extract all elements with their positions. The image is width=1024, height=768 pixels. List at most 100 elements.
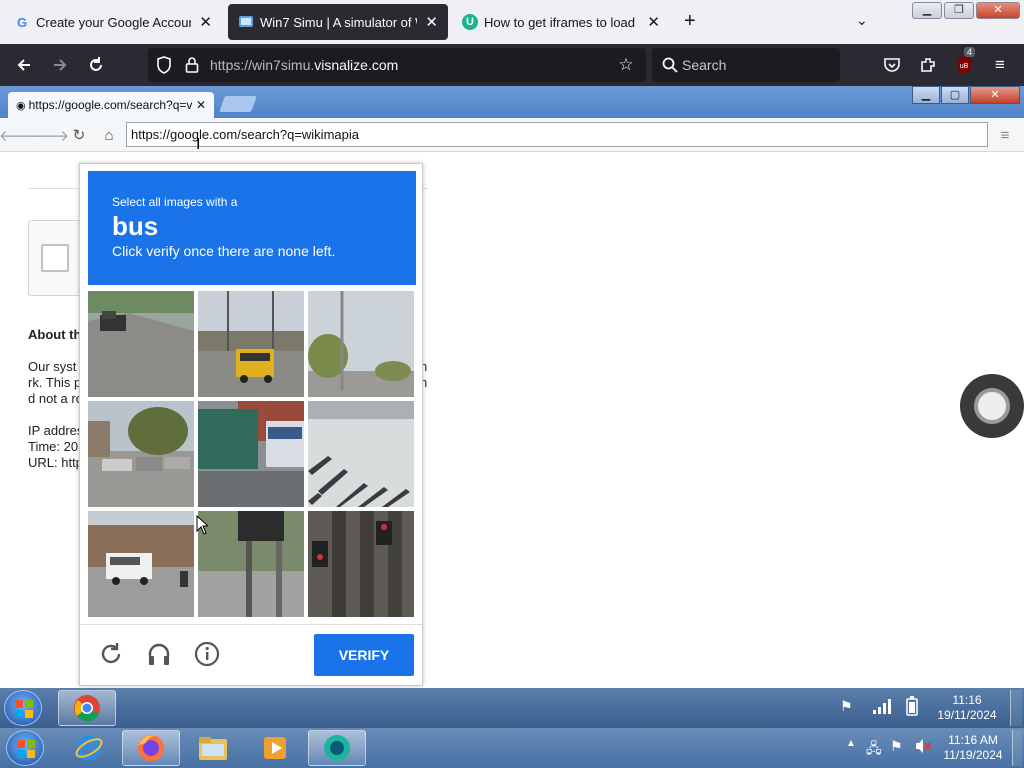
captcha-tile[interactable] — [198, 401, 304, 507]
taskbar-firefox[interactable] — [122, 730, 180, 766]
body-line: rk. This p — [28, 375, 82, 390]
bookmark-star-icon[interactable]: ☆ — [614, 53, 638, 77]
captcha-tile[interactable] — [308, 291, 414, 397]
inner-tab-bar: ◉ https://google.com/search?q=v ✕ ▁ ▢ ✕ — [0, 86, 1024, 118]
clock[interactable]: 11:16 19/11/2024 — [928, 693, 1006, 723]
taskbar-chrome[interactable] — [58, 690, 116, 726]
folder-icon — [199, 737, 227, 760]
firefox-icon — [138, 735, 164, 761]
headphones-icon[interactable] — [144, 639, 174, 669]
inner-window-controls: ▁ ▢ ✕ — [912, 86, 1020, 104]
clock[interactable]: 11:16 AM 11/19/2024 — [936, 733, 1010, 763]
captcha-image-grid — [88, 291, 414, 617]
show-desktop-button[interactable] — [1012, 730, 1022, 766]
reload-icon[interactable]: ↻ — [70, 126, 88, 144]
taskbar-internet-explorer[interactable] — [60, 730, 118, 766]
search-placeholder: Search — [682, 57, 727, 73]
ip-address-line: IP addres — [28, 423, 84, 438]
tab-google-account[interactable]: G Create your Google Account ✕ — [4, 4, 222, 40]
new-tab-button[interactable]: + — [684, 10, 696, 33]
captcha-instruction: Click verify once there are none left. — [112, 243, 336, 259]
back-icon[interactable]: 🡐 — [0, 126, 39, 145]
captcha-tile[interactable] — [88, 511, 194, 617]
media-player-icon — [264, 737, 286, 759]
outer-taskbar: ▲ 🖧 ⚑ 11:16 AM 11/19/2024 — [0, 728, 1024, 768]
close-tab-icon[interactable]: ✕ — [199, 13, 212, 31]
tab-iframes[interactable]: U How to get iframes to load any ✕ — [452, 4, 670, 40]
clock-date: 11/19/2024 — [943, 748, 1003, 762]
battery-icon[interactable] — [906, 696, 918, 719]
close-window-button[interactable]: ✕ — [970, 86, 1020, 104]
assistive-touch-button[interactable] — [960, 374, 1024, 438]
captcha-tile[interactable] — [308, 511, 414, 617]
inner-new-tab-button[interactable] — [219, 96, 257, 112]
url-line: URL: http — [28, 455, 83, 470]
captcha-tile[interactable] — [88, 291, 194, 397]
pocket-icon[interactable] — [880, 53, 904, 77]
flag-icon[interactable]: ⚑ — [890, 738, 903, 755]
inner-tab[interactable]: ◉ https://google.com/search?q=v ✕ — [8, 92, 214, 118]
minimize-button[interactable]: ▁ — [912, 86, 940, 104]
minimize-button[interactable]: ▁ — [912, 2, 942, 19]
search-box[interactable]: Search — [652, 48, 840, 82]
window-controls: ▁ ❐ ✕ — [912, 2, 1020, 19]
menu-icon[interactable]: ≡ — [996, 126, 1014, 144]
app-icon — [324, 735, 350, 761]
win7simu-icon — [238, 14, 254, 30]
captcha-tile[interactable] — [88, 401, 194, 507]
signal-icon[interactable] — [872, 698, 892, 717]
start-button[interactable] — [4, 690, 42, 726]
recaptcha-checkbox[interactable] — [41, 244, 69, 272]
url-domain: visnalize.com — [314, 57, 399, 73]
captcha-header: Select all images with a bus Click verif… — [88, 171, 416, 285]
inner-tab-title: https://google.com/search?q=v — [28, 98, 193, 112]
tab-win7simu[interactable]: Win7 Simu | A simulator of Win ✕ — [228, 4, 448, 40]
time-line: Time: 20 — [28, 439, 79, 454]
refresh-icon[interactable] — [96, 639, 126, 669]
back-icon[interactable] — [12, 53, 36, 77]
maximize-button[interactable]: ▢ — [941, 86, 969, 104]
forward-icon[interactable]: 🡒 — [29, 126, 69, 145]
start-button[interactable] — [6, 730, 44, 766]
show-hidden-icons[interactable]: ▲ — [846, 738, 856, 749]
url-bar[interactable]: https://win7simu.visnalize.com ☆ — [148, 48, 646, 82]
forward-icon[interactable] — [48, 53, 72, 77]
reload-icon[interactable] — [84, 53, 108, 77]
captcha-subtitle: Select all images with a — [112, 195, 238, 209]
extensions-icon[interactable] — [916, 53, 940, 77]
captcha-tile[interactable] — [198, 291, 304, 397]
close-tab-icon[interactable]: ✕ — [647, 13, 660, 31]
ublock-icon[interactable]: uB 4 — [952, 47, 976, 77]
taskbar-file-explorer[interactable] — [184, 730, 242, 766]
extension-badge: 4 — [964, 47, 976, 57]
url-text: https://win7simu.visnalize.com — [210, 57, 398, 73]
lock-icon[interactable] — [180, 53, 204, 77]
body-line: Our syst — [28, 359, 77, 374]
close-window-button[interactable]: ✕ — [976, 2, 1020, 19]
captcha-tile[interactable] — [198, 511, 304, 617]
clock-time: 11:16 — [952, 693, 982, 707]
show-desktop-button[interactable] — [1010, 690, 1022, 726]
verify-button[interactable]: VERIFY — [314, 634, 414, 676]
captcha-tile[interactable] — [308, 401, 414, 507]
list-tabs-icon[interactable]: ⌄ — [856, 12, 868, 29]
taskbar-app[interactable] — [308, 730, 366, 766]
info-icon[interactable] — [192, 639, 222, 669]
body-line: d not a ro — [28, 391, 83, 406]
u-icon: U — [462, 14, 478, 30]
inner-address-bar[interactable]: https://google.com/search?q=wikimapia — [126, 122, 988, 147]
menu-icon[interactable]: ≡ — [988, 53, 1012, 77]
taskbar-media-player[interactable] — [246, 730, 304, 766]
close-tab-icon[interactable]: ✕ — [425, 13, 438, 31]
home-icon[interactable]: ⌂ — [100, 126, 118, 144]
svg-text:uB: uB — [960, 63, 969, 70]
close-tab-icon[interactable]: ✕ — [196, 98, 206, 112]
network-icon[interactable]: 🖧 — [866, 738, 882, 762]
volume-muted-icon[interactable] — [914, 738, 932, 757]
clock-date: 19/11/2024 — [937, 708, 997, 722]
flag-icon[interactable]: ⚑ — [840, 698, 853, 715]
shield-icon[interactable] — [152, 53, 176, 77]
inner-toolbar: 🡐 🡒 ↻ ⌂ https://google.com/search?q=wiki… — [0, 118, 1024, 152]
restore-button[interactable]: ❐ — [944, 2, 974, 19]
tab-title: How to get iframes to load any — [484, 14, 639, 30]
